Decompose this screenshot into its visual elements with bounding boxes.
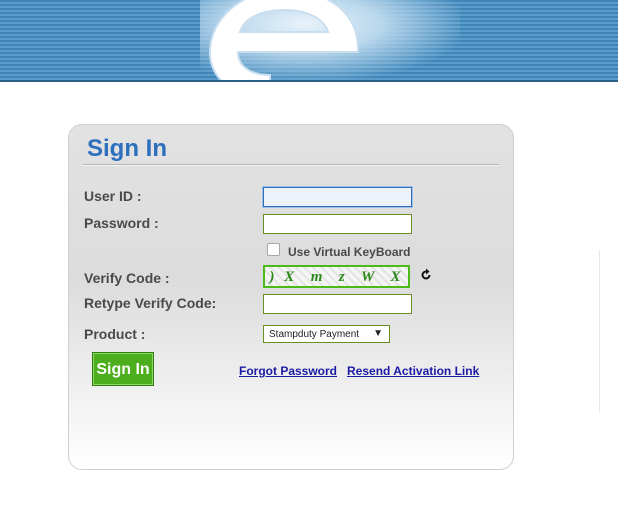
user-id-label: User ID : (84, 188, 142, 204)
title-divider (83, 164, 499, 166)
product-select[interactable]: Stampduty Payment ▼ (263, 325, 390, 343)
virtual-keyboard-label: Use Virtual KeyBoard (288, 245, 411, 259)
sign-in-button[interactable]: Sign In (92, 352, 154, 386)
resend-activation-link[interactable]: Resend Activation Link (347, 364, 479, 378)
user-id-input[interactable] (263, 187, 412, 207)
forgot-password-link[interactable]: Forgot Password (239, 364, 337, 378)
password-label: Password : (84, 215, 159, 231)
retype-verify-label: Retype Verify Code: (84, 295, 217, 311)
captcha-text: ) X m z W X (269, 269, 404, 285)
dropdown-arrow-icon: ▼ (373, 328, 383, 339)
e-logo-icon (208, 0, 360, 80)
right-divider (599, 250, 600, 412)
product-label: Product : (84, 326, 146, 342)
refresh-captcha-icon[interactable] (419, 268, 433, 282)
captcha-image: ) X m z W X (263, 265, 410, 288)
retype-verify-input[interactable] (263, 294, 412, 314)
page-title: Sign In (87, 135, 167, 162)
verify-code-label: Verify Code : (84, 270, 170, 286)
virtual-keyboard-checkbox[interactable] (267, 243, 280, 256)
product-select-value: Stampduty Payment (269, 329, 360, 340)
password-input[interactable] (263, 214, 412, 234)
sign-in-panel: Sign In User ID : Password : Use Virtual… (68, 124, 514, 470)
header-banner (0, 0, 618, 82)
